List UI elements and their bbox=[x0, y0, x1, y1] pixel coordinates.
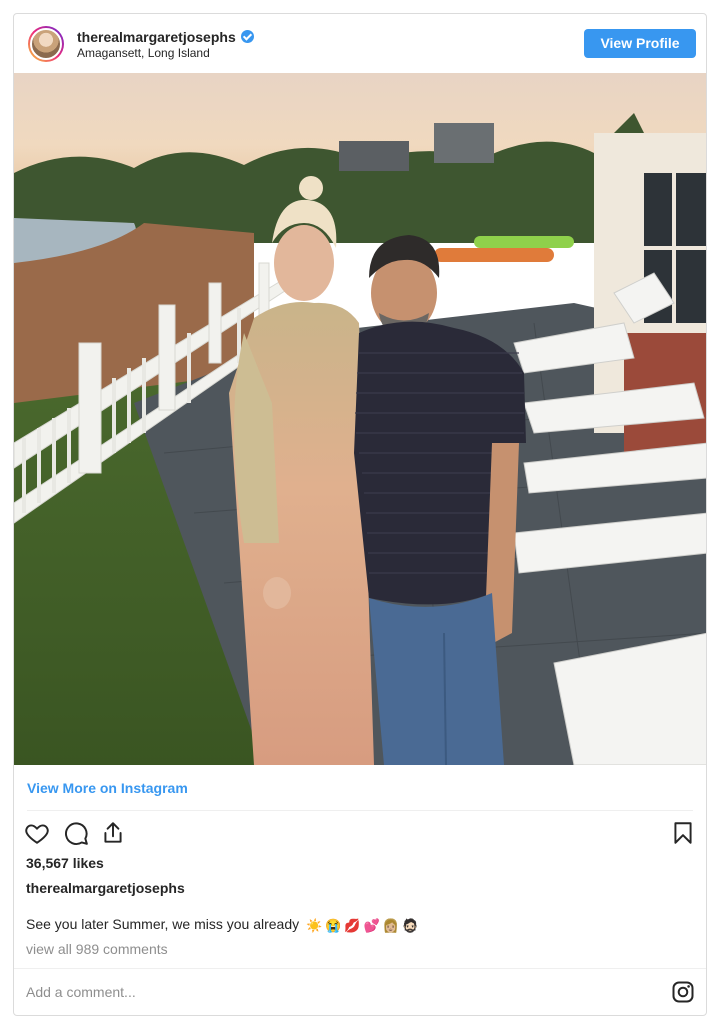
kiss-emoji: 💋 bbox=[344, 918, 361, 933]
divider bbox=[27, 810, 693, 811]
verified-icon bbox=[240, 30, 254, 43]
comment-bar bbox=[14, 968, 706, 1015]
avatar[interactable] bbox=[28, 26, 64, 62]
add-comment-input[interactable] bbox=[26, 969, 646, 1015]
instagram-embed-card: therealmargaretjosephs Amagansett, Long … bbox=[13, 13, 707, 1016]
post-header: therealmargaretjosephs Amagansett, Long … bbox=[14, 14, 706, 74]
location-link[interactable]: Amagansett, Long Island bbox=[77, 46, 210, 60]
caption-text: See you later Summer, we miss you alread… bbox=[26, 916, 300, 932]
sun-emoji: ☀️ bbox=[306, 918, 323, 933]
bookmark-icon[interactable] bbox=[670, 820, 696, 846]
username-link[interactable]: therealmargaretjosephs bbox=[77, 29, 254, 45]
comment-icon[interactable] bbox=[63, 820, 89, 846]
view-more-on-instagram-link[interactable]: View More on Instagram bbox=[27, 780, 188, 796]
hearts-emoji: 💕 bbox=[363, 918, 380, 933]
username-text: therealmargaretjosephs bbox=[77, 29, 236, 45]
share-icon[interactable] bbox=[100, 820, 126, 846]
post-photo[interactable] bbox=[14, 73, 706, 765]
likes-count[interactable]: 36,567 likes bbox=[26, 855, 104, 871]
caption: See you later Summer, we miss you alread… bbox=[26, 916, 418, 934]
view-profile-button[interactable]: View Profile bbox=[584, 29, 696, 58]
caption-username[interactable]: therealmargaretjosephs bbox=[26, 880, 185, 896]
heart-icon[interactable] bbox=[24, 820, 50, 846]
instagram-icon[interactable] bbox=[671, 980, 695, 1004]
crying-emoji: 😭 bbox=[325, 918, 342, 933]
woman-emoji: 👩🏼 bbox=[382, 918, 399, 933]
view-all-comments-link[interactable]: view all 989 comments bbox=[26, 941, 168, 957]
bearded-man-emoji: 🧔🏻 bbox=[401, 918, 419, 933]
